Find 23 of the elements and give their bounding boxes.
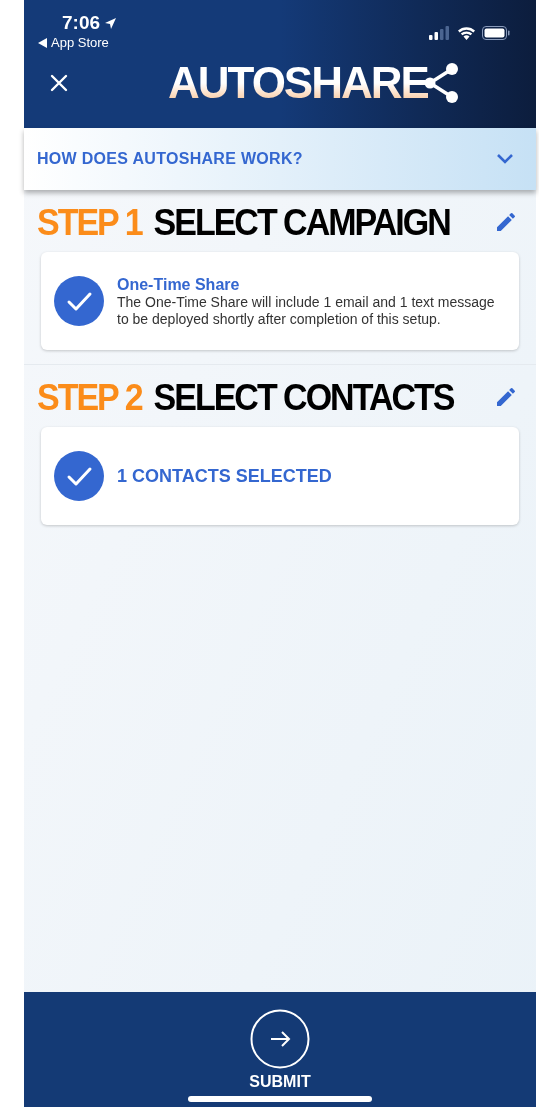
back-link[interactable]: App Store [51, 35, 109, 51]
status-time: 7:06 [62, 12, 101, 34]
signal-icon [429, 26, 451, 40]
card-description: The One-Time Share will include 1 email and 1 text message to be deployed shortly after completion of this setup. [117, 293, 496, 328]
contacts-card[interactable]: 1 CONTACTS SELECTED [41, 427, 519, 525]
campaign-card[interactable]: One-Time Share The One-Time Share will include 1 email and 1 text message to be deployed shortly after completion of this setup. [41, 252, 519, 350]
arrow-right-circle-icon [250, 1009, 310, 1069]
edit-icon[interactable] [494, 385, 518, 409]
close-icon[interactable] [50, 74, 68, 92]
step-title: SELECT CAMPAIGN [153, 199, 450, 245]
step-title: SELECT CONTACTS [153, 374, 454, 420]
how-it-works-accordion[interactable]: HOW DOES AUTOSHARE WORK? [24, 128, 536, 190]
location-arrow-icon [104, 16, 118, 30]
accordion-label: HOW DOES AUTOSHARE WORK? [37, 149, 303, 169]
card-title: One-Time Share [117, 274, 241, 294]
back-triangle-icon[interactable] [38, 38, 47, 48]
submit-button[interactable]: SUBMIT [249, 1009, 311, 1091]
card-title: 1 CONTACTS SELECTED [117, 464, 332, 488]
edit-icon[interactable] [494, 210, 518, 234]
step-number: STEP 1 [37, 199, 142, 245]
wifi-icon [457, 26, 476, 40]
battery-icon [482, 26, 510, 40]
step-number: STEP 2 [37, 374, 142, 420]
